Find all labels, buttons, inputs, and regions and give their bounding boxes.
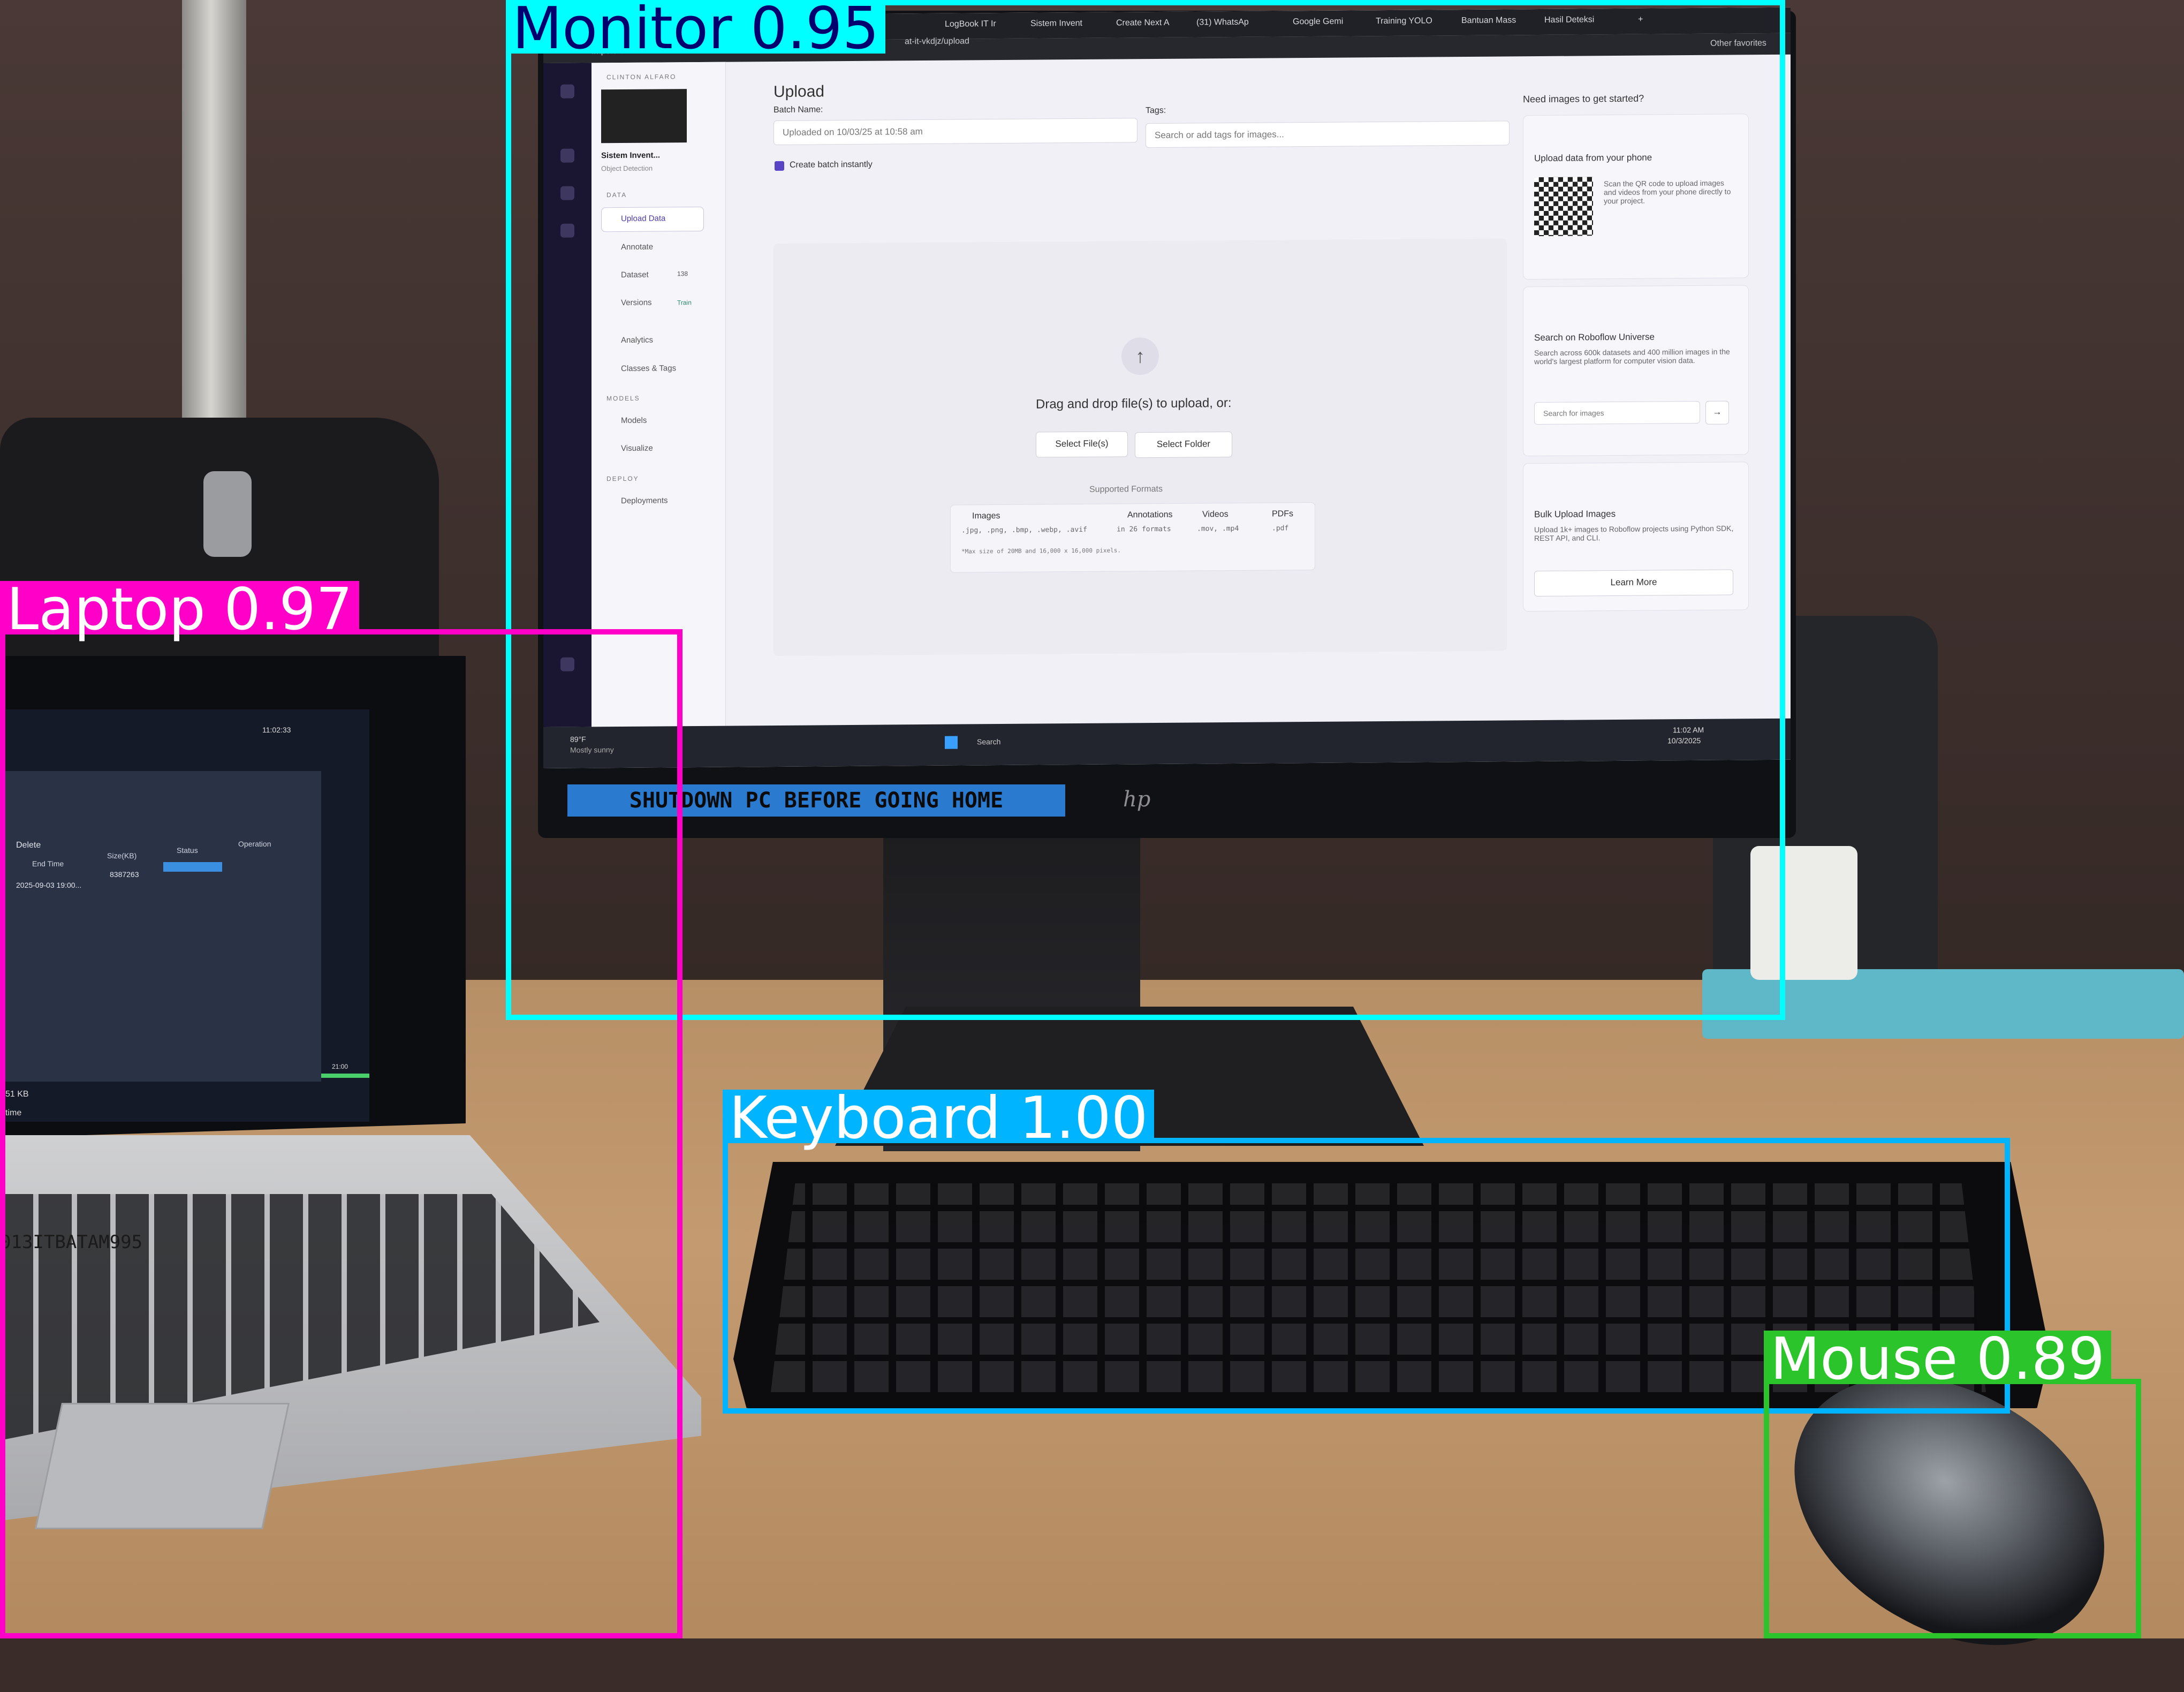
monitor-detection-box xyxy=(506,0,1785,1020)
keyboard-detection-label: Keyboard 1.00 xyxy=(723,1090,1155,1147)
laptop-detection-label: Laptop 0.97 xyxy=(0,581,359,639)
mouse-detection-label: Mouse 0.89 xyxy=(1764,1331,2112,1388)
monitor-detection-label: Monitor 0.95 xyxy=(506,0,886,58)
laptop-detection-box xyxy=(0,629,682,1638)
metal-pole xyxy=(182,0,246,439)
mouse-detection-box xyxy=(1764,1379,2141,1638)
bag-strap-clip xyxy=(203,471,252,557)
